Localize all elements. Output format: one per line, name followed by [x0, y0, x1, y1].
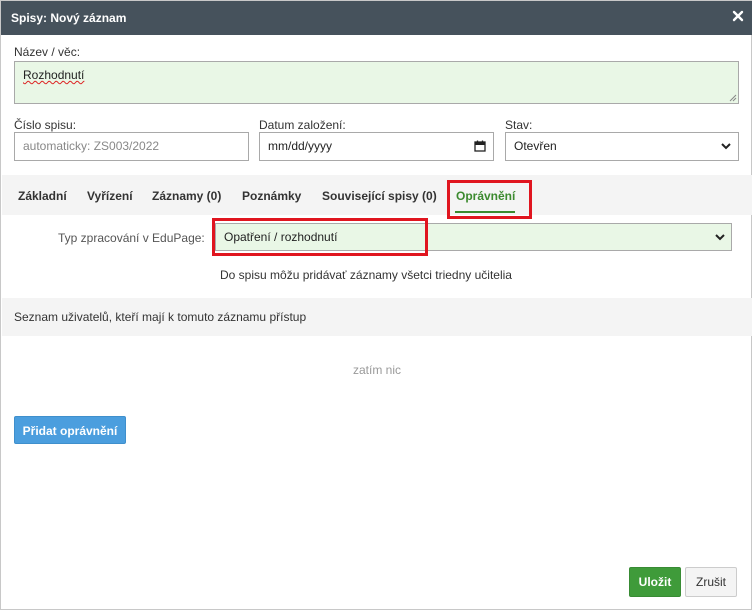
processing-type-hint: Do spisu môžu pridávať záznamy všetci tr…: [220, 268, 512, 282]
tab-records[interactable]: Záznamy (0): [152, 189, 221, 203]
dialog-titlebar: Spisy: Nový záznam: [1, 1, 752, 35]
status-label: Stav:: [505, 118, 533, 132]
date-placeholder: mm/dd/yyyy: [268, 139, 333, 153]
tab-notes[interactable]: Poznámky: [242, 189, 301, 203]
tab-related-files[interactable]: Související spisy (0): [322, 189, 437, 203]
tab-bar: Základní Vyřízení Záznamy (0) Poznámky S…: [2, 175, 752, 215]
date-input[interactable]: mm/dd/yyyy: [259, 132, 494, 161]
close-icon[interactable]: [731, 9, 745, 23]
calendar-icon[interactable]: [474, 140, 486, 152]
processing-type-label: Typ zpracování v EduPage:: [58, 231, 205, 245]
new-record-dialog: Spisy: Nový záznam Název / věc: Rozhodnu…: [0, 0, 752, 610]
add-permission-button[interactable]: Přidat oprávnění: [14, 416, 126, 444]
cancel-button[interactable]: Zrušit: [685, 567, 737, 597]
highlight-box-tab: [447, 180, 532, 219]
users-heading: Seznam uživatelů, kteří mají k tomuto zá…: [14, 310, 307, 324]
chevron-down-icon: [715, 234, 725, 241]
file-number-input[interactable]: automaticky: ZS003/2022: [14, 132, 249, 161]
empty-state-text: zatím nic: [352, 363, 401, 377]
highlight-box-select: [212, 218, 428, 256]
file-number-placeholder: automaticky: ZS003/2022: [23, 139, 160, 153]
name-value: Rozhodnutí: [23, 68, 85, 82]
chevron-down-icon: [721, 143, 731, 150]
users-section-header: Seznam uživatelů, kteří mají k tomuto zá…: [2, 298, 752, 336]
name-textarea[interactable]: Rozhodnutí: [14, 61, 739, 104]
status-value: Otevřen: [514, 139, 557, 153]
name-label: Název / věc:: [14, 45, 81, 59]
status-select[interactable]: Otevřen: [505, 132, 739, 161]
resize-grip-icon[interactable]: [729, 94, 737, 102]
date-label: Datum založení:: [259, 118, 346, 132]
tab-basic[interactable]: Základní: [18, 189, 67, 203]
dialog-title: Spisy: Nový záznam: [11, 11, 127, 25]
file-number-label: Číslo spisu:: [14, 118, 77, 132]
save-button[interactable]: Uložit: [629, 567, 681, 597]
tab-resolution[interactable]: Vyřízení: [87, 189, 133, 203]
